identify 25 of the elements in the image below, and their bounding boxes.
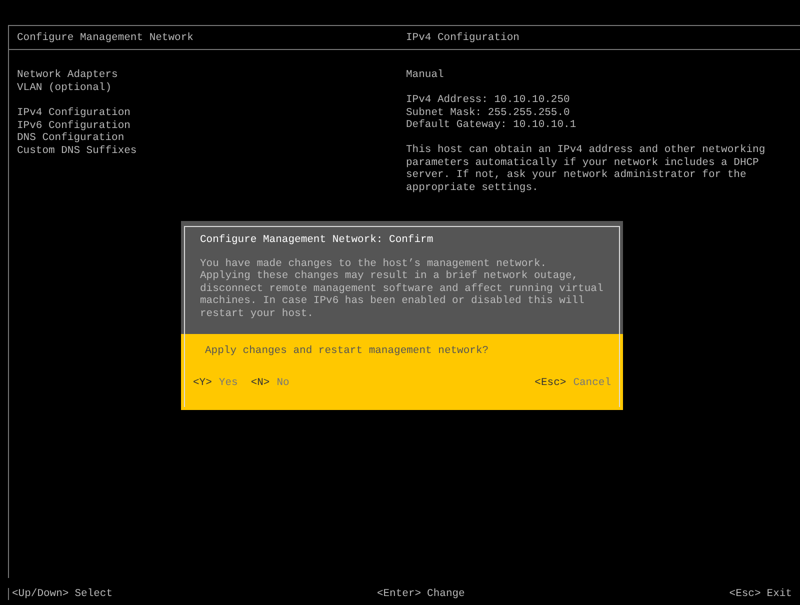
cancel-button[interactable]: <Esc> Cancel xyxy=(534,376,611,389)
key-hint: <Esc> xyxy=(729,588,761,600)
menu-item[interactable]: DNS Configuration xyxy=(17,132,124,144)
menu-item[interactable]: Network Adapters xyxy=(17,69,118,82)
screen-title: Configure Management Network xyxy=(9,26,400,50)
dialog-title: Configure Management Network: Confirm xyxy=(200,234,434,246)
key-hint: <Enter> xyxy=(376,588,422,600)
key-action: Change xyxy=(427,588,465,600)
menu-item[interactable]: IPv6 Configuration xyxy=(17,120,130,132)
action-button[interactable]: <Y> Yes xyxy=(193,376,238,389)
field-text: Subnet Mask: 255.255.255.0 xyxy=(406,106,571,119)
help-text: This host can obtain an IPv4 address and other networking parameters automatically if your network includes a DHCP server. If not, ask your network administrator for the appropriate settings. xyxy=(406,144,766,194)
key-action: Select xyxy=(74,588,113,600)
mode-text: Manual xyxy=(406,69,445,82)
menu-item[interactable]: VLAN (optional) xyxy=(17,82,112,94)
field-text: IPv4 Address: 10.10.10.250 xyxy=(406,94,571,106)
key-hint: <Up/Down> xyxy=(12,588,69,600)
dialog-message: You have made changes to the host’s management network. Applying these changes may result in a brief network outage, disconnect remote management software and affect running virtual machines. In case IPv6 has been enabled or disabled this will restart your host. xyxy=(200,258,604,320)
menu-item[interactable]: Custom DNS Suffixes xyxy=(17,144,137,157)
menu-item[interactable]: IPv4 Configuration xyxy=(17,107,130,120)
dialog-question: Apply changes and restart management network? xyxy=(205,345,489,358)
key-action: Exit xyxy=(766,588,792,600)
action-button[interactable]: <N> No xyxy=(250,376,290,389)
field-text: Default Gateway: 10.10.10.1 xyxy=(406,119,578,132)
panel-title: IPv4 Configuration xyxy=(400,26,800,50)
